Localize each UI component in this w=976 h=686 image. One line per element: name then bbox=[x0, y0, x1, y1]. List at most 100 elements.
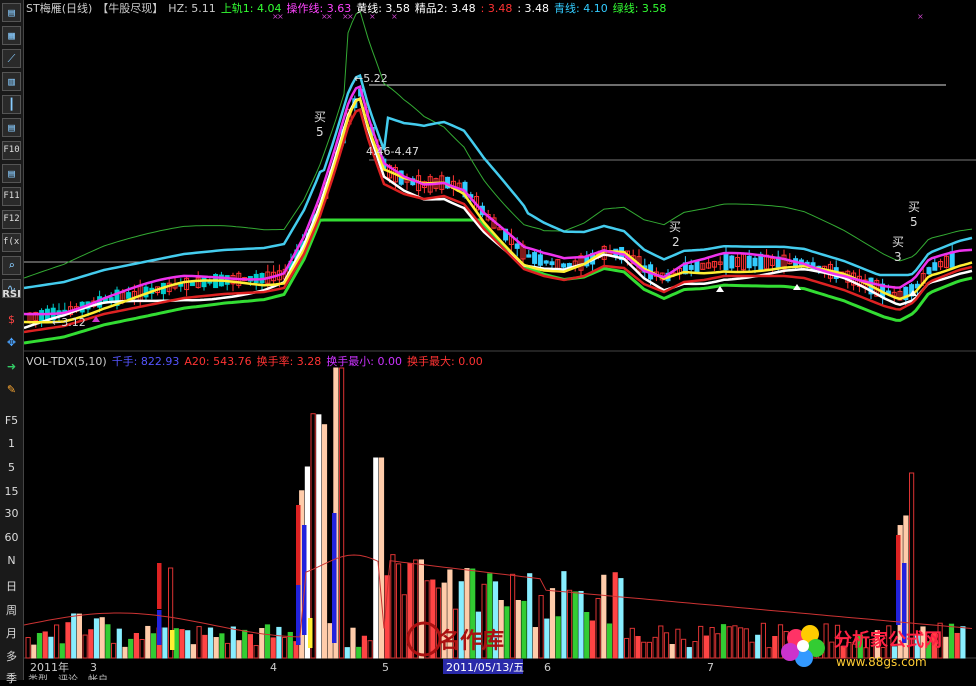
title-legend-item: 青线: 4.10 bbox=[554, 2, 608, 15]
f10-button[interactable]: F10 bbox=[2, 141, 21, 160]
bottom-tab-label: 类型 bbox=[28, 673, 48, 680]
volume-bar bbox=[219, 633, 225, 659]
volume-bar bbox=[128, 638, 134, 659]
volume-bar bbox=[253, 645, 259, 659]
table-icon[interactable]: ▦ bbox=[2, 26, 21, 45]
formula-button[interactable]: f(x) bbox=[2, 233, 21, 252]
volume-bar bbox=[703, 635, 709, 659]
volume-bar bbox=[54, 624, 60, 659]
volume-bar bbox=[339, 367, 345, 659]
volume-legend-item: 换手最大: 0.00 bbox=[407, 355, 483, 368]
volume-bar bbox=[635, 636, 641, 659]
volume-bar bbox=[42, 631, 48, 659]
volume-bar bbox=[658, 625, 664, 659]
volume-bar bbox=[111, 642, 117, 659]
volume-bar bbox=[270, 637, 276, 659]
toolbar-label-8[interactable]: 15 bbox=[0, 485, 23, 498]
candle-body bbox=[126, 292, 132, 299]
volume-bar bbox=[116, 628, 122, 659]
volume-bar bbox=[356, 646, 362, 659]
volume-bar bbox=[230, 626, 236, 659]
volume-bar bbox=[321, 424, 328, 659]
kline-icon[interactable]: ▤ bbox=[2, 3, 21, 22]
toolbar-label-16[interactable]: 季 bbox=[0, 670, 23, 686]
x-axis-tick-label: 7 bbox=[707, 661, 714, 674]
volume-bar bbox=[264, 624, 271, 659]
volume-segment bbox=[302, 525, 307, 635]
toolbar-label-10[interactable]: 60 bbox=[0, 531, 23, 544]
x-axis-tick-label: 6 bbox=[544, 661, 551, 674]
x-axis-tick-label: 4 bbox=[270, 661, 277, 674]
volume-bar bbox=[652, 636, 658, 659]
volume-bar bbox=[601, 574, 607, 659]
detail-icon[interactable]: ▤ bbox=[2, 164, 21, 183]
candle-icon[interactable]: ┃ bbox=[2, 95, 21, 114]
volume-bar bbox=[732, 625, 738, 659]
toolbar-label-0[interactable]: RSI bbox=[0, 289, 23, 300]
volume-legend-item: 换手最小: 0.00 bbox=[326, 355, 403, 368]
volume-bar bbox=[196, 626, 202, 659]
toolbar-label-2[interactable]: ✥ bbox=[0, 336, 23, 349]
volume-bar bbox=[327, 623, 333, 659]
volume-bar bbox=[247, 634, 254, 659]
list-icon[interactable]: ▤ bbox=[2, 118, 21, 137]
volume-bar bbox=[282, 636, 288, 659]
candle-body bbox=[746, 255, 752, 269]
title-legend-item: 绿线: 3.58 bbox=[612, 2, 667, 15]
toolbar-label-1[interactable]: $ bbox=[0, 313, 23, 326]
title-legend-item: HZ: 5.11 bbox=[168, 2, 216, 15]
title-legend-item: 操作线: 3.63 bbox=[286, 2, 352, 15]
volume-bar bbox=[133, 633, 140, 659]
x-axis-tick-label: 5 bbox=[382, 661, 389, 674]
candle-body bbox=[537, 254, 543, 266]
volume-legend-item: 千手: 822.93 bbox=[111, 355, 180, 368]
volume-bar bbox=[276, 626, 282, 659]
volume-bar bbox=[179, 629, 185, 659]
volume-bar bbox=[612, 572, 618, 659]
volume-bar bbox=[692, 641, 698, 659]
low-price-label: ←3.12 bbox=[52, 316, 86, 329]
candle-body bbox=[39, 310, 45, 322]
bar-chart-icon[interactable]: ▥ bbox=[2, 72, 21, 91]
logo-petal bbox=[781, 643, 799, 661]
volume-bar bbox=[65, 622, 71, 659]
volume-segment bbox=[332, 513, 337, 643]
buy-signal-label: 买 bbox=[908, 200, 920, 214]
toolbar-label-11[interactable]: N bbox=[0, 554, 23, 567]
toolbar-label-3[interactable]: ➜ bbox=[0, 360, 23, 373]
watermark-logo: 分析家公式网 www.88gs.com bbox=[781, 625, 942, 669]
toolbar-label-7[interactable]: 5 bbox=[0, 461, 23, 474]
toolbar-label-5[interactable]: F5 bbox=[0, 414, 23, 427]
volume-bar bbox=[236, 640, 242, 659]
toolbar-label-13[interactable]: 周 bbox=[0, 602, 23, 618]
yellow-line bbox=[24, 96, 973, 324]
toolbar-label-15[interactable]: 多 bbox=[0, 648, 23, 664]
volume-bar bbox=[88, 629, 94, 659]
toolbar-label-12[interactable]: 日 bbox=[0, 578, 23, 594]
volume-segment bbox=[296, 505, 301, 585]
volume-bar bbox=[31, 644, 37, 659]
volume-bar bbox=[675, 628, 681, 659]
toolbar-label-14[interactable]: 月 bbox=[0, 625, 23, 641]
watermark-center-text: 名作库 bbox=[438, 628, 504, 654]
volume-bar bbox=[93, 618, 100, 659]
kline-chart[interactable]: ←5.22←3.124.46-4.47买5买2买5买3×× ×× ×× × × ×2011… bbox=[24, 0, 976, 680]
zoom-icon[interactable]: ⌕ bbox=[2, 256, 21, 275]
candle-body bbox=[201, 277, 207, 288]
volume-bar bbox=[350, 627, 356, 659]
candle-body bbox=[532, 252, 538, 264]
volume-bar bbox=[749, 641, 755, 659]
volume-bar bbox=[122, 646, 128, 659]
volume-bar bbox=[669, 644, 675, 659]
toolbar-label-4[interactable]: ✎ bbox=[0, 383, 23, 396]
volume-bar bbox=[242, 629, 248, 659]
stock-name: ST梅雁(日线) bbox=[26, 2, 93, 15]
candle-body bbox=[723, 253, 729, 271]
f12-button[interactable]: F12 bbox=[2, 210, 21, 229]
volume-legend: VOL-TDX(5,10) 千手: 822.93 A20: 543.76 换手率: 3… bbox=[26, 353, 493, 369]
f11-button[interactable]: F11 bbox=[2, 187, 21, 206]
volume-segment bbox=[170, 630, 175, 650]
toolbar-label-9[interactable]: 30 bbox=[0, 507, 23, 520]
toolbar-label-6[interactable]: 1 bbox=[0, 437, 23, 450]
trend-icon[interactable]: ⟋ bbox=[2, 49, 21, 68]
